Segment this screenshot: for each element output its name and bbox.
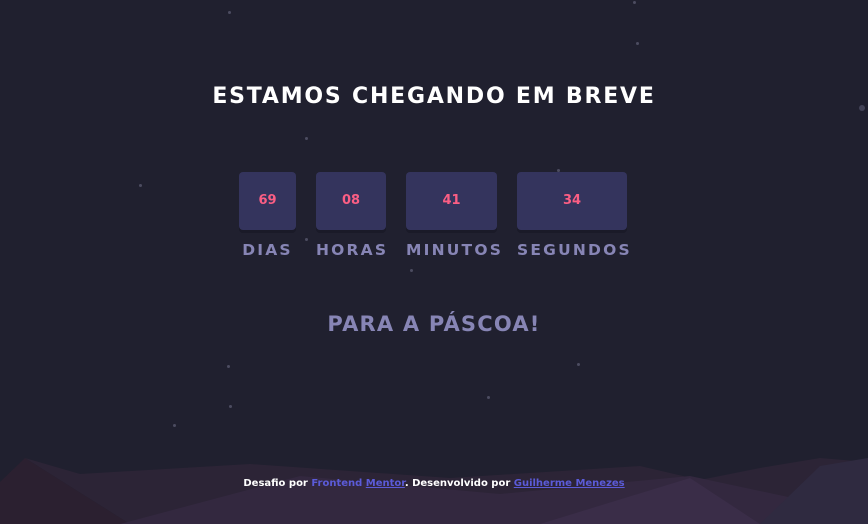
star-decoration <box>227 365 230 368</box>
countdown-seconds: 34 SEGUNDOS <box>517 172 632 259</box>
page-title: ESTAMOS CHEGANDO EM BREVE <box>212 84 656 109</box>
coming-soon-page: ESTAMOS CHEGANDO EM BREVE 69 DIAS 08 HOR… <box>0 0 868 524</box>
author-link[interactable]: Guilherme Menezes <box>514 478 625 489</box>
footer-prefix: Desafio por <box>243 478 308 489</box>
countdown-hours: 08 HORAS <box>316 172 386 259</box>
attribution-footer: Desafio por Frontend Mentor. Desenvolvid… <box>0 478 868 489</box>
star-decoration <box>636 42 639 45</box>
star-decoration <box>173 424 176 427</box>
star-decoration <box>410 269 413 272</box>
star-decoration <box>305 137 308 140</box>
seconds-label: SEGUNDOS <box>517 241 632 259</box>
countdown-minutes: 41 MINUTOS <box>406 172 504 259</box>
hours-label: HORAS <box>316 241 389 259</box>
footer-middle: . Desenvolvido por <box>404 478 511 489</box>
frontend-link[interactable]: Frontend <box>311 478 362 489</box>
seconds-value: 34 <box>517 172 627 230</box>
countdown-days: 69 DIAS <box>239 172 296 259</box>
star-decoration <box>577 363 580 366</box>
star-decoration <box>139 184 142 187</box>
star-decoration <box>633 1 636 4</box>
star-decoration <box>229 405 232 408</box>
star-decoration <box>228 11 231 14</box>
mentor-link[interactable]: Mentor <box>366 478 405 489</box>
days-value: 69 <box>239 172 296 230</box>
minutes-value: 41 <box>406 172 497 230</box>
event-subtitle: PARA A PÁSCOA! <box>327 312 541 336</box>
star-decoration <box>305 238 308 241</box>
hours-value: 08 <box>316 172 386 230</box>
minutes-label: MINUTOS <box>406 241 504 259</box>
star-decoration <box>487 396 490 399</box>
days-label: DIAS <box>242 241 293 259</box>
hills-decoration <box>0 458 868 524</box>
